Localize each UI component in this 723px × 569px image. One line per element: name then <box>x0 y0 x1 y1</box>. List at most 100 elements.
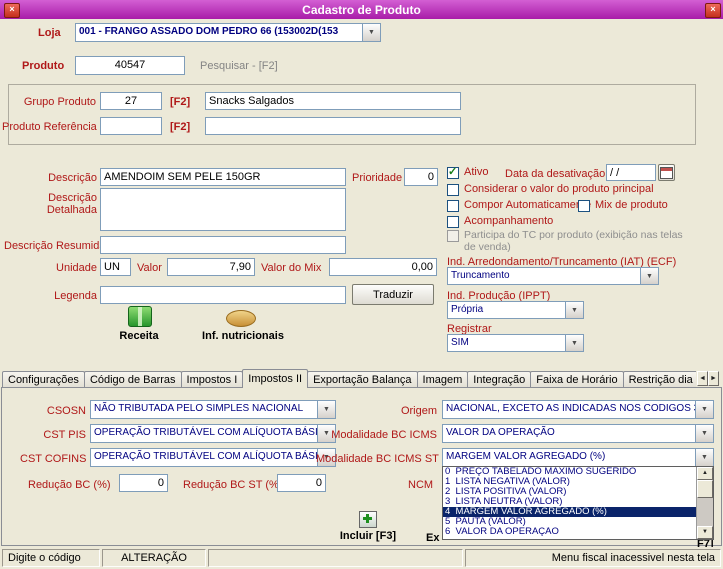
tab-prev-icon[interactable]: ◄ <box>697 371 708 386</box>
chevron-down-icon[interactable]: ▼ <box>695 449 713 466</box>
tab-restricao-dia-da-semana[interactable]: Restrição dia da semana <box>622 371 696 388</box>
close-icon[interactable]: × <box>4 3 20 18</box>
origem-combo-value: NACIONAL, EXCETO AS INDICADAS NOS CODIGO… <box>446 403 695 414</box>
receita-icon-ribbon <box>138 307 142 326</box>
scroll-down-icon[interactable]: ▼ <box>697 526 713 539</box>
ippt-combo[interactable]: Própria ▼ <box>447 301 584 319</box>
tab-next-icon[interactable]: ► <box>708 371 719 386</box>
tab-configuracoes[interactable]: Configurações <box>2 371 85 388</box>
calendar-button[interactable] <box>658 164 675 181</box>
compor-checkbox-label: Compor Automaticamente <box>464 199 592 211</box>
inf-nutricionais-icon[interactable] <box>226 310 256 327</box>
chevron-down-icon[interactable]: ▼ <box>695 425 713 442</box>
receita-label[interactable]: Receita <box>108 330 170 342</box>
chevron-down-icon[interactable]: ▼ <box>317 401 335 418</box>
modalidade-bc-icms-st-combo[interactable]: MARGEM VALOR AGREGADO (%) ▼ <box>442 448 714 467</box>
tab-integracao[interactable]: Integração <box>467 371 532 388</box>
acompanhamento-checkbox-label: Acompanhamento <box>464 215 554 227</box>
tab-impostos-ii[interactable]: Impostos II <box>242 369 309 388</box>
dropdown-list-item[interactable]: 5 PAUTA (VALOR) <box>443 517 696 527</box>
cst-pis-combo[interactable]: OPERAÇÃO TRIBUTÁVEL COM ALÍQUOTA BÁSICA … <box>90 424 336 443</box>
origem-combo[interactable]: NACIONAL, EXCETO AS INDICADAS NOS CODIGO… <box>442 400 714 419</box>
csosn-combo[interactable]: NÃO TRIBUTADA PELO SIMPLES NACIONAL ▼ <box>90 400 336 419</box>
grupo-produto-code-input[interactable]: 27 <box>100 92 162 110</box>
chevron-down-icon[interactable]: ▼ <box>565 335 583 351</box>
incluir-button-label: Incluir [F3] <box>339 530 397 542</box>
iat-combo-value: Truncamento <box>451 270 510 281</box>
calendar-icon <box>660 166 673 179</box>
reducao-bc-input[interactable]: 0 <box>119 474 168 492</box>
tab-codigo-de-barras[interactable]: Código de Barras <box>83 371 182 388</box>
dropdown-list-item[interactable]: 4 MARGEM VALOR AGREGADO (%) <box>443 507 696 517</box>
inf-nutricionais-label[interactable]: Inf. nutricionais <box>195 330 291 342</box>
check-icon: ✓ <box>448 166 458 178</box>
mix-checkbox-box <box>578 200 590 212</box>
data-desativacao-input[interactable]: / / <box>606 164 656 181</box>
chevron-down-icon[interactable]: ▼ <box>640 268 658 284</box>
modalidade-bc-icms-st-dropdown-list: 0 PREÇO TABELADO MÁXIMO SUGERIDO 1 LISTA … <box>442 466 714 540</box>
produto-referencia-code-input[interactable] <box>100 117 162 135</box>
dropdown-scrollbar[interactable]: ▲ ▼ <box>696 467 713 539</box>
window-title: Cadastro de Produto <box>302 2 421 17</box>
incluir-button[interactable]: Incluir [F3] <box>328 511 408 542</box>
dropdown-list-item[interactable]: 1 LISTA NEGATIVA (VALOR) <box>443 477 696 487</box>
acompanhamento-checkbox-box <box>447 216 459 228</box>
scroll-up-icon[interactable]: ▲ <box>697 467 713 480</box>
dropdown-list-item[interactable]: 3 LISTA NEUTRA (VALOR) <box>443 497 696 507</box>
valor-do-mix-input[interactable]: 0,00 <box>329 258 437 276</box>
chevron-down-icon[interactable]: ▼ <box>565 302 583 318</box>
ippt-combo-value: Própria <box>451 304 484 315</box>
considerar-checkbox-box <box>447 184 459 196</box>
status-mode: ALTERAÇÃO <box>102 549 206 567</box>
tab-faixa-de-horario[interactable]: Faixa de Horário <box>530 371 624 388</box>
ativo-checkbox-box: ✓ <box>447 166 459 179</box>
produto-label: Produto <box>22 60 65 72</box>
iat-combo[interactable]: Truncamento ▼ <box>447 267 659 285</box>
tab-impostos-i[interactable]: Impostos I <box>180 371 244 388</box>
tab-exportacao-balanca[interactable]: Exportação Balança <box>307 371 418 388</box>
acompanhamento-checkbox[interactable]: Acompanhamento <box>447 215 553 228</box>
descricao-detalhada-textarea[interactable] <box>100 188 346 231</box>
scrollbar-thumb[interactable] <box>697 480 713 498</box>
cadastro-produto-window: Cadastro de Produto × × Loja 001 - FRANG… <box>0 0 723 569</box>
tab-imagem[interactable]: Imagem <box>416 371 469 388</box>
dropdown-list-item[interactable]: 6 VALOR DA OPERAÇÃO <box>443 527 696 537</box>
produto-referencia-name-input[interactable] <box>205 117 461 135</box>
dropdown-list-item[interactable]: 2 LISTA POSITIVA (VALOR) <box>443 487 696 497</box>
registrar-combo[interactable]: SIM ▼ <box>447 334 584 352</box>
chevron-down-icon[interactable]: ▼ <box>695 401 713 418</box>
considerar-valor-checkbox[interactable]: Considerar o valor do produto principal <box>447 183 654 196</box>
excluir-button-fragment[interactable]: Ex <box>426 532 439 544</box>
traduzir-button[interactable]: Traduzir <box>352 284 434 305</box>
data-desativacao-label: Data da desativação <box>505 168 606 180</box>
loja-combo[interactable]: 001 - FRANGO ASSADO DOM PEDRO 66 (153002… <box>75 23 381 42</box>
grupo-produto-name-input[interactable]: Snacks Salgados <box>205 92 461 110</box>
descricao-resumida-input[interactable] <box>100 236 346 254</box>
produto-code-input[interactable]: 40547 <box>75 56 185 75</box>
receita-icon[interactable] <box>128 306 152 327</box>
descricao-input[interactable]: AMENDOIM SEM PELE 150GR <box>100 168 346 186</box>
prioridade-label: Prioridade <box>352 172 403 184</box>
dropdown-list-item[interactable]: 0 PREÇO TABELADO MÁXIMO SUGERIDO <box>443 467 696 477</box>
participa-checkbox-box <box>447 230 459 242</box>
legenda-input[interactable] <box>100 286 346 304</box>
scrollbar-track[interactable] <box>697 498 713 526</box>
prioridade-input[interactable]: 0 <box>404 168 438 186</box>
close-icon[interactable]: × <box>705 3 721 18</box>
title-bar[interactable]: Cadastro de Produto <box>0 0 723 19</box>
unidade-input[interactable]: UN <box>100 258 131 276</box>
ativo-checkbox-label: Ativo <box>464 166 489 178</box>
reducao-bc-st-input[interactable]: 0 <box>277 474 326 492</box>
cst-cofins-combo[interactable]: OPERAÇÃO TRIBUTÁVEL COM ALÍQUOTA BÁSICA … <box>90 448 336 467</box>
ativo-checkbox[interactable]: ✓ Ativo <box>447 166 488 179</box>
origem-label: Origem <box>400 405 437 417</box>
mix-checkbox-label: Mix de produto <box>595 199 668 211</box>
chevron-down-icon[interactable]: ▼ <box>362 24 380 41</box>
modalidade-bc-icms-combo[interactable]: VALOR DA OPERAÇÃO ▼ <box>442 424 714 443</box>
grupo-produto-label: Grupo Produto <box>23 96 96 108</box>
compor-automaticamente-checkbox[interactable]: Compor Automaticamente <box>447 199 591 212</box>
incluir-icon <box>359 511 377 528</box>
mix-de-produto-checkbox[interactable]: Mix de produto <box>578 199 668 212</box>
participa-tc-checkbox: Participa do TC por produto (exibição na… <box>447 229 695 253</box>
valor-input[interactable]: 7,90 <box>167 258 255 276</box>
